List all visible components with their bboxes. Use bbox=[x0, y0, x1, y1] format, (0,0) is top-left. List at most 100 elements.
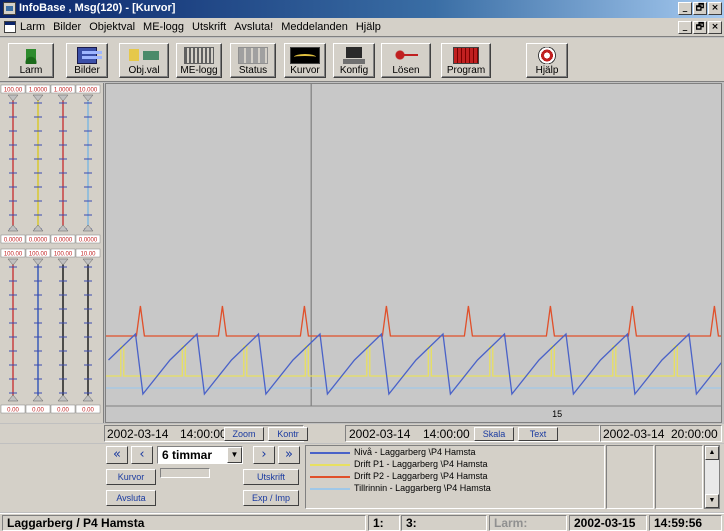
menu-bar: Larm Bilder Objektval ME-logg Utskrift A… bbox=[0, 18, 724, 37]
menu-utskrift[interactable]: Utskrift bbox=[192, 21, 226, 33]
losen-button-label: Lösen bbox=[392, 65, 420, 76]
scroll-down-icon[interactable]: ▼ bbox=[705, 494, 719, 508]
scale-up-arrow-icon[interactable] bbox=[82, 224, 94, 232]
legend-label: Drift P2 - Laggarberg \P4 Hamsta bbox=[354, 471, 488, 481]
scale-down-arrow-icon[interactable] bbox=[82, 258, 94, 266]
bilder-button[interactable]: Bilder bbox=[66, 43, 108, 78]
avsluta-button[interactable]: Avsluta bbox=[106, 490, 156, 506]
scale-up-arrow-icon[interactable] bbox=[32, 394, 44, 402]
doc-close-button[interactable]: × bbox=[708, 21, 722, 34]
menu-bilder[interactable]: Bilder bbox=[53, 21, 81, 33]
scale-up-arrow-icon[interactable] bbox=[57, 224, 69, 232]
scale-up-arrow-icon[interactable] bbox=[57, 394, 69, 402]
konfig-button[interactable]: Konfig bbox=[333, 43, 375, 78]
scale-top-max-label: 10.000 bbox=[79, 88, 98, 94]
period-select[interactable]: 6 timmar ▼ bbox=[157, 446, 243, 464]
hjalp-button[interactable]: Hjälp bbox=[526, 43, 568, 78]
legend-item[interactable]: Drift P1 - Laggarberg \P4 Hamsta bbox=[306, 459, 604, 471]
scale-up-arrow-icon[interactable] bbox=[7, 394, 19, 402]
me-logg-button[interactable]: ME-logg bbox=[176, 43, 222, 78]
program-icon bbox=[453, 47, 479, 64]
previous-page-button[interactable]: ‹ bbox=[131, 446, 153, 464]
menu-objektval[interactable]: Objektval bbox=[89, 21, 135, 33]
scale-top-min-label: 0.0000 bbox=[4, 238, 23, 244]
start-date: 2002-03-14 bbox=[107, 427, 169, 441]
menu-avsluta[interactable]: Avsluta! bbox=[234, 21, 273, 33]
next-page-button[interactable]: › bbox=[253, 446, 275, 464]
scale-down-arrow-icon[interactable] bbox=[82, 94, 94, 102]
kurvor-button[interactable]: Kurvor bbox=[284, 43, 326, 78]
y-scales[interactable]: 100.00 0.0000 100.00 0.00 1.0000 0.0000 100.00… bbox=[0, 83, 104, 423]
status-bar: Laggarberg / P4 Hamsta 1: 3: Larm: 2002-… bbox=[0, 513, 724, 531]
scale-down-arrow-icon[interactable] bbox=[32, 258, 44, 266]
legend-item[interactable]: Tillrinnin - Laggarberg \P4 Hamsta bbox=[306, 483, 604, 495]
curve-legend: Nivå - Laggarberg \P4 Hamsta Drift P1 - … bbox=[305, 445, 605, 509]
scale-up-arrow-icon[interactable] bbox=[7, 224, 19, 232]
legend-item[interactable]: Drift P2 - Laggarberg \P4 Hamsta bbox=[306, 471, 604, 483]
objval-button[interactable]: Obj.val bbox=[119, 43, 169, 78]
menu-hjalp[interactable]: Hjälp bbox=[356, 21, 381, 33]
scale-bottom-max-label: 100.00 bbox=[29, 252, 48, 258]
kurvor-list-button[interactable]: Kurvor bbox=[106, 469, 156, 485]
first-page-button[interactable]: « bbox=[106, 446, 128, 464]
pictures-icon bbox=[77, 47, 102, 64]
larm-button[interactable]: Larm bbox=[8, 43, 54, 78]
menu-larm[interactable]: Larm bbox=[20, 21, 45, 33]
menu-meddelanden[interactable]: Meddelanden bbox=[281, 21, 348, 33]
legend-scrollbar[interactable]: ▲ ▼ bbox=[704, 445, 720, 509]
legend-item[interactable]: Nivå - Laggarberg \P4 Hamsta bbox=[306, 447, 604, 459]
program-button[interactable]: Program bbox=[441, 43, 491, 78]
status-button-label: Status bbox=[238, 65, 268, 76]
scale-down-arrow-icon[interactable] bbox=[7, 258, 19, 266]
cursor-time: 14:00:00 bbox=[423, 427, 470, 441]
doc-restore-button[interactable]: 🗗 bbox=[693, 21, 707, 34]
chevron-down-icon[interactable]: ▼ bbox=[227, 447, 242, 463]
start-time: 14:00:00 bbox=[180, 427, 227, 441]
alarm-bell-icon bbox=[16, 47, 46, 64]
scale-top-max-label: 100.00 bbox=[4, 88, 23, 94]
window-controls: _ 🗗 × bbox=[678, 2, 722, 15]
scale-up-arrow-icon[interactable] bbox=[82, 394, 94, 402]
cursor-date: 2002-03-14 bbox=[349, 427, 411, 441]
document-icon[interactable] bbox=[4, 21, 16, 33]
scale-bottom-min-label: 0.00 bbox=[82, 408, 94, 414]
close-button[interactable]: × bbox=[708, 2, 722, 15]
minimize-button[interactable]: _ bbox=[678, 2, 692, 15]
doc-minimize-button[interactable]: _ bbox=[678, 21, 692, 34]
menu-me-logg[interactable]: ME-logg bbox=[143, 21, 184, 33]
status-location: Laggarberg / P4 Hamsta bbox=[2, 515, 366, 531]
trend-chart[interactable]: 141516171819 bbox=[60, 83, 724, 423]
scale-down-arrow-icon[interactable] bbox=[32, 94, 44, 102]
scale-up-arrow-icon[interactable] bbox=[32, 224, 44, 232]
plot-background bbox=[106, 84, 721, 406]
cursor-time-field: 2002-03-14 14:00:00 bbox=[345, 425, 600, 442]
konfig-button-label: Konfig bbox=[339, 65, 369, 76]
curves-icon bbox=[290, 47, 320, 64]
scale-bottom-max-label: 100.00 bbox=[4, 252, 23, 258]
text-button[interactable]: Text bbox=[518, 427, 558, 441]
last-page-button[interactable]: » bbox=[278, 446, 300, 464]
x-tick-label: 15 bbox=[552, 409, 562, 419]
key-icon bbox=[391, 47, 421, 64]
skala-button[interactable]: Skala bbox=[474, 427, 514, 441]
legend-swatch bbox=[310, 476, 350, 478]
legend-swatch bbox=[310, 488, 350, 490]
restore-button[interactable]: 🗗 bbox=[693, 2, 707, 15]
status-button[interactable]: Status bbox=[230, 43, 276, 78]
kontr-button[interactable]: Kontr bbox=[268, 427, 308, 441]
exp-imp-button[interactable]: Exp / Imp bbox=[243, 490, 299, 506]
app-icon[interactable] bbox=[3, 2, 16, 15]
end-date: 2002-03-14 bbox=[603, 427, 665, 441]
me-log-icon bbox=[184, 47, 214, 64]
zoom-button[interactable]: Zoom bbox=[224, 427, 264, 441]
larm-button-label: Larm bbox=[19, 65, 43, 76]
scroll-up-icon[interactable]: ▲ bbox=[705, 446, 719, 460]
scale-down-arrow-icon[interactable] bbox=[7, 94, 19, 102]
document-window-controls: _ 🗗 × bbox=[678, 21, 722, 34]
end-time-field: 2002-03-14 20:00:00 bbox=[600, 425, 722, 442]
losen-button[interactable]: Lösen bbox=[381, 43, 431, 78]
utskrift-button[interactable]: Utskrift bbox=[243, 469, 299, 485]
scale-top-max-label: 1.0000 bbox=[29, 88, 48, 94]
scale-down-arrow-icon[interactable] bbox=[57, 94, 69, 102]
scale-down-arrow-icon[interactable] bbox=[57, 258, 69, 266]
